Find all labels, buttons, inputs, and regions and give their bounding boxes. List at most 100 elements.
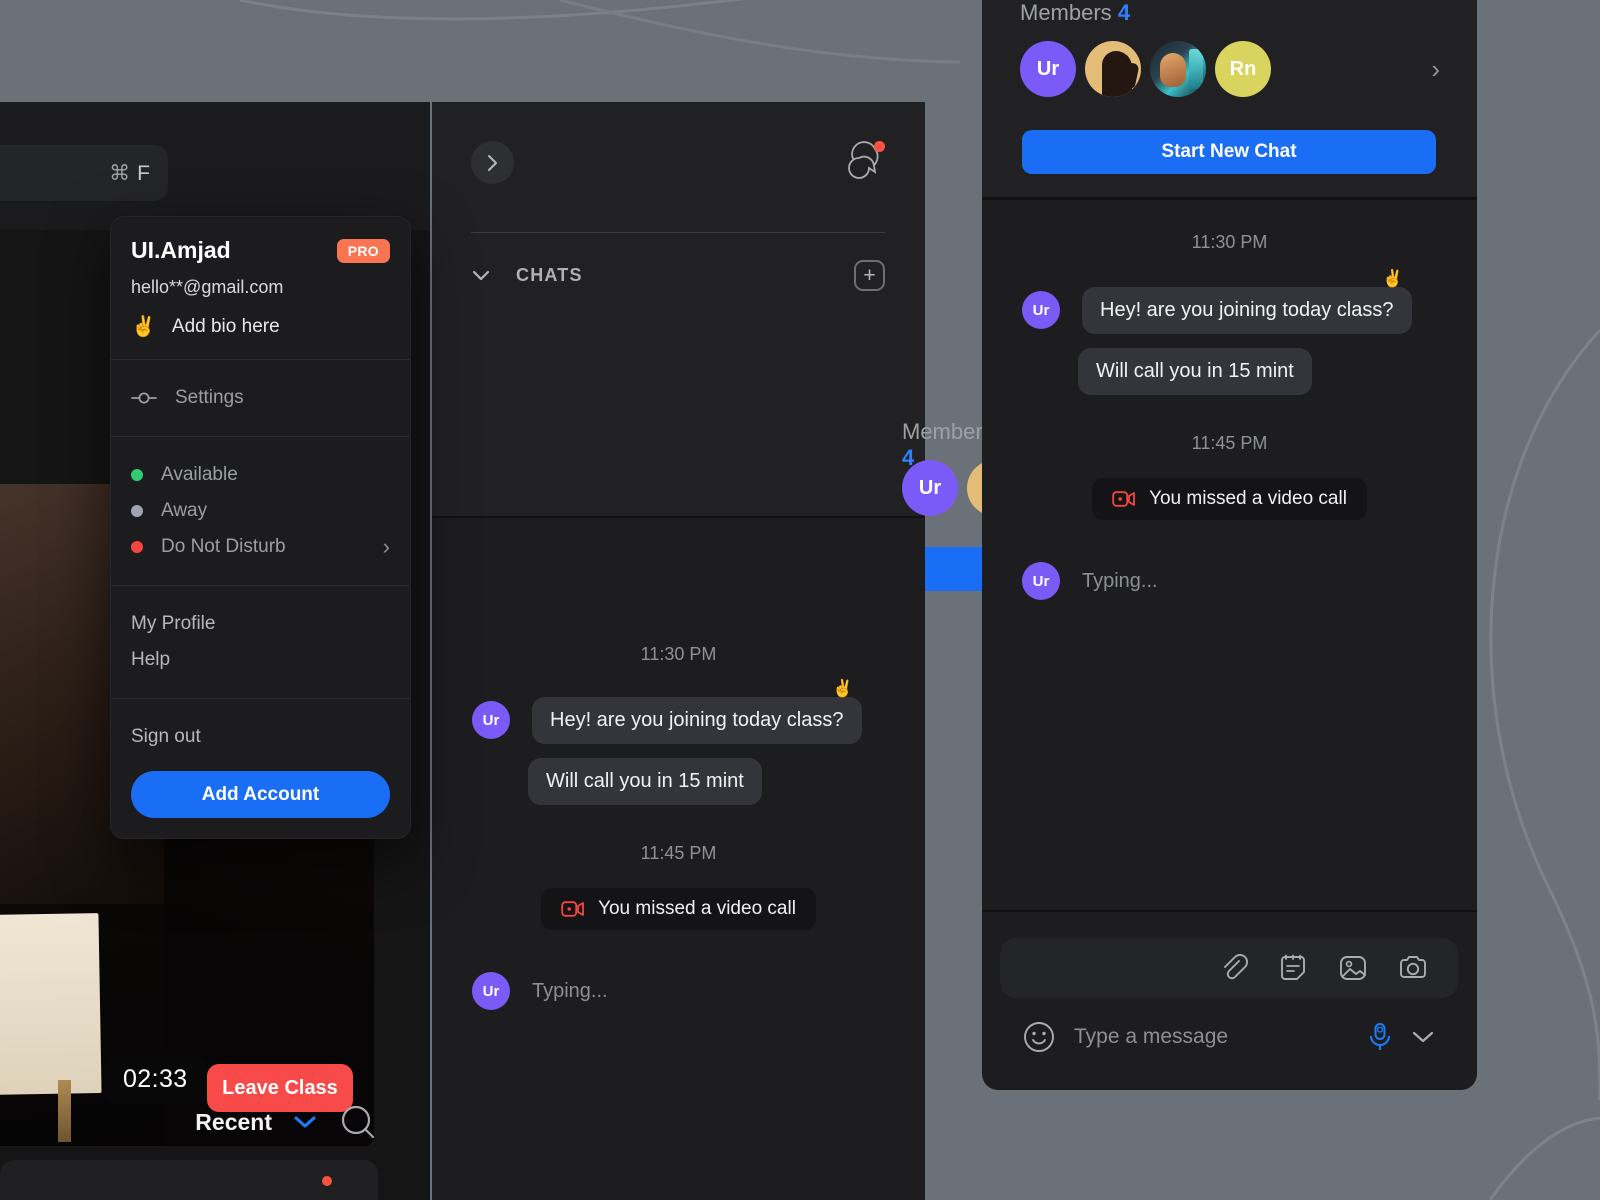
avatar-initials: Ur (1032, 572, 1050, 590)
my-profile-label: My Profile (131, 613, 216, 634)
message-time-separator-2: 11:45 PM (640, 843, 717, 863)
message-row-2: Will call you in 15 mint (528, 758, 925, 805)
microphone-icon[interactable] (1368, 1022, 1392, 1052)
avatar-initials: Rn (1229, 57, 1257, 80)
missed-call-pill[interactable]: You missed a video call (1092, 478, 1367, 520)
missed-call-row: You missed a video call (432, 888, 925, 930)
chevron-down-icon[interactable] (471, 269, 491, 282)
chats-header-row: CHATS + (471, 260, 885, 291)
chats-section-label: CHATS (516, 265, 583, 285)
avatar-initials: Ur (1032, 301, 1050, 319)
menu-item-sign-out[interactable]: Sign out (131, 719, 390, 755)
right-message-thread: 11:30 PM Ur ✌️ Hey! are you joining toda… (982, 200, 1477, 910)
avatar-initials: Ur (482, 982, 500, 1000)
chevron-down-icon[interactable] (1410, 1029, 1436, 1045)
menu-item-my-profile[interactable]: My Profile (131, 606, 390, 642)
typing-text: Typing... (532, 979, 608, 1002)
start-new-chat-button[interactable]: Start New Chat (1022, 130, 1436, 174)
message-row-1: Ur ✌️ Hey! are you joining today class? (472, 679, 925, 744)
message-reaction-emoji[interactable]: ✌️ (832, 679, 853, 699)
add-bio-row[interactable]: ✌️ Add bio here (131, 314, 390, 339)
status-dot-away (131, 505, 143, 517)
sign-out-label: Sign out (131, 726, 201, 747)
notification-badge-dot (874, 141, 885, 152)
note-icon[interactable] (1278, 953, 1308, 983)
avatar-initials: Ur (918, 476, 942, 499)
middle-panel-top: CHATS + (432, 102, 925, 516)
expand-panel-button[interactable] (471, 141, 514, 184)
status-item-available[interactable]: Available (131, 457, 390, 493)
add-chat-button[interactable]: + (854, 260, 885, 291)
member-avatar-photo-1[interactable] (1085, 41, 1141, 97)
right-members-label: Members 4 (1020, 0, 1130, 26)
message-input-bar[interactable]: Type a message (1000, 1004, 1458, 1070)
account-email: hello**@gmail.com (131, 277, 284, 297)
chevron-down-icon[interactable] (292, 1114, 318, 1130)
missed-call-text: You missed a video call (598, 898, 796, 919)
avatar-initials: Ur (1036, 57, 1060, 80)
message-time-separator-2: 11:45 PM (1191, 433, 1268, 453)
status-section: Available Away Do Not Disturb › (111, 437, 410, 586)
member-avatar-ur[interactable]: Ur (1020, 41, 1076, 97)
members-more-chevron-icon[interactable]: › (1431, 56, 1440, 82)
members-text: Members (902, 419, 994, 444)
member-avatar-photo-2[interactable] (1150, 41, 1206, 97)
message-row-2: Will call you in 15 mint (1078, 348, 1477, 395)
menu-item-settings[interactable]: Settings (131, 380, 390, 416)
message-reaction-emoji[interactable]: ✌️ (1382, 269, 1403, 289)
card-unread-dot (322, 1176, 332, 1186)
status-label-away: Away (161, 500, 208, 521)
menu-item-help[interactable]: Help (131, 642, 390, 678)
camera-icon[interactable] (1398, 953, 1428, 983)
status-dot-available (131, 469, 143, 481)
attachment-toolbar (1000, 938, 1458, 998)
message-bubble-2: Will call you in 15 mint (528, 758, 762, 805)
signout-section: Sign out Add Account (111, 699, 410, 838)
video-camera-icon (561, 901, 584, 917)
status-item-do-not-disturb[interactable]: Do Not Disturb › (131, 529, 390, 565)
search-shortcut-key: F (137, 161, 150, 185)
members-count: 4 (1117, 0, 1131, 25)
member-avatar-ur[interactable]: Ur (902, 460, 958, 516)
add-account-button[interactable]: Add Account (131, 771, 390, 818)
typing-indicator-row: Ur Typing... (472, 972, 925, 1010)
notifications-button[interactable] (842, 140, 888, 182)
bottom-partial-card[interactable] (0, 1160, 378, 1200)
avatar-neon-light (1189, 49, 1203, 89)
message-avatar: Ur (472, 701, 510, 739)
search-shortcut-pill[interactable]: ⌘ F (0, 145, 168, 201)
command-key-icon: ⌘ (109, 161, 131, 185)
paperclip-icon[interactable] (1218, 953, 1248, 983)
message-bubble-1: ✌️ Hey! are you joining today class? (532, 679, 862, 744)
message-time-separator: 11:30 PM (640, 644, 717, 664)
message-text: Hey! are you joining today class? (550, 709, 844, 731)
right-members-avatar-strip: Ur Rn › (1020, 41, 1440, 97)
missed-call-pill[interactable]: You missed a video call (541, 888, 816, 930)
image-icon[interactable] (1338, 953, 1368, 983)
message-input-placeholder[interactable]: Type a message (1074, 1025, 1350, 1049)
chevron-right-icon[interactable]: › (383, 536, 390, 558)
search-icon[interactable] (338, 1102, 378, 1142)
middle-message-thread: 11:30 PM Ur ✌️ Hey! are you joining toda… (432, 518, 925, 1200)
status-label-available: Available (161, 464, 238, 485)
message-avatar: Ur (1022, 291, 1060, 329)
settings-slider-icon (131, 392, 157, 404)
pro-badge: PRO (336, 238, 390, 263)
typing-indicator-row: Ur Typing... (1022, 562, 1477, 600)
links-section: My Profile Help (111, 586, 410, 699)
video-camera-icon (1112, 491, 1135, 507)
account-name: UI.Amjad (131, 237, 231, 263)
message-bubble-1: ✌️ Hey! are you joining today class? (1082, 269, 1412, 334)
video-easel-canvas (0, 913, 102, 1095)
typing-avatar: Ur (472, 972, 510, 1010)
account-name-row: UI.Amjad PRO (131, 237, 390, 264)
middle-panel: CHATS + Members 4 Ur Rn › Start New Chat… (432, 102, 1316, 1200)
right-panel: Members 4 Ur Rn › Start New Chat 11:30 P… (982, 0, 1477, 1090)
member-avatar-rn[interactable]: Rn (1215, 41, 1271, 97)
status-item-away[interactable]: Away (131, 493, 390, 529)
smiley-icon[interactable] (1022, 1020, 1056, 1054)
account-dropdown-menu: UI.Amjad PRO hello**@gmail.com ✌️ Add bi… (110, 216, 411, 839)
status-label-dnd: Do Not Disturb (161, 536, 286, 557)
settings-label: Settings (175, 387, 244, 408)
typing-text: Typing... (1082, 569, 1158, 592)
